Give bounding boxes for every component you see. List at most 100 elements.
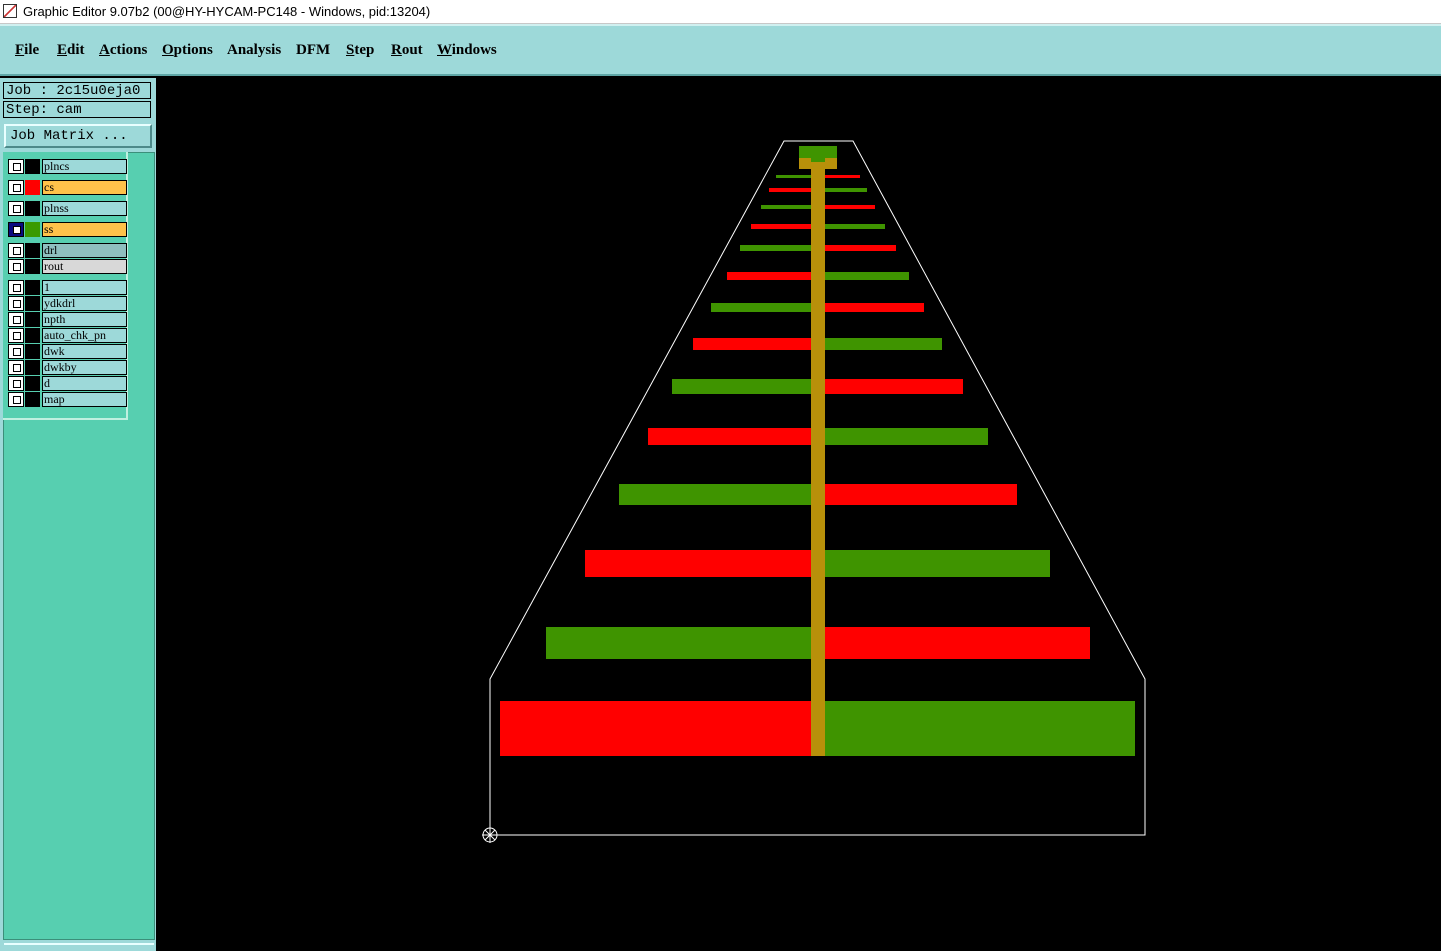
menu-mnemonic: F [15,42,25,58]
layer-checkbox[interactable] [8,360,24,375]
layer-name[interactable]: rout [42,259,127,274]
layer-row-rout[interactable]: rout [8,259,127,274]
layer-color-swatch[interactable] [25,180,40,195]
layer-name[interactable]: drl [42,243,127,258]
menu-analysis[interactable]: Analysis [227,42,281,59]
window-title: Graphic Editor 9.07b2 (00@HY-HYCAM-PC148… [23,4,431,19]
pad-bar-right-12 [825,550,1050,577]
layer-color-swatch[interactable] [25,159,40,174]
menu-mnemonic: O [162,42,174,58]
layer-color-swatch[interactable] [25,312,40,327]
app-icon [3,4,17,18]
pad-bar-left-5 [740,245,811,251]
layer-checkbox[interactable] [8,312,24,327]
layer-color-swatch[interactable] [25,280,40,295]
menu-options[interactable]: Options [162,42,213,59]
pad-bar-right-8 [825,338,942,350]
layer-color-swatch[interactable] [25,201,40,216]
title-bar: Graphic Editor 9.07b2 (00@HY-HYCAM-PC148… [0,0,1441,24]
pad-bar-right-6 [825,272,909,280]
pad-bar-right-14 [825,701,1135,756]
layer-color-swatch[interactable] [25,392,40,407]
layer-row-ss[interactable]: ss [8,222,127,237]
layer-name[interactable]: dwk [42,344,127,359]
menu-mnemonic: E [57,42,68,58]
pad-bar-left-12 [585,550,811,577]
status-strip [4,943,154,951]
pad-bar-left-10 [648,428,811,445]
menu-mnemonic: W [437,42,452,58]
layer-row-1[interactable]: 1 [8,280,127,295]
layer-row-dwkby[interactable]: dwkby [8,360,127,375]
layer-name[interactable]: d [42,376,127,391]
layer-checkbox[interactable] [8,180,24,195]
layer-name[interactable]: ss [42,222,127,237]
pad-bar-left-3 [761,205,811,209]
pad-bar-right-13 [825,627,1090,659]
graphic-canvas-area[interactable] [156,78,1441,951]
layer-name[interactable]: dwkby [42,360,127,375]
layer-checkbox[interactable] [8,259,24,274]
layer-row-d[interactable]: d [8,376,127,391]
layer-list: plncs cs plnss ss drl rout 1 ydkdrl npth auto_chk… [3,152,128,420]
pad-bar-right-7 [825,303,924,312]
graphic-canvas[interactable] [156,78,1441,951]
layer-color-swatch[interactable] [25,243,40,258]
menu-actions[interactable]: Actions [99,42,147,59]
layer-color-swatch[interactable] [25,360,40,375]
layer-checkbox[interactable] [8,296,24,311]
menu-label-rest: ptions [173,42,213,58]
layer-row-plnss[interactable]: plnss [8,201,127,216]
layer-color-swatch[interactable] [25,344,40,359]
layer-checkbox[interactable] [8,376,24,391]
menu-label-rest: tep [354,42,375,58]
layer-row-drl[interactable]: drl [8,243,127,258]
layer-checkbox[interactable] [8,344,24,359]
menu-step[interactable]: Step [346,42,374,59]
layer-checkbox[interactable] [8,328,24,343]
menu-rout[interactable]: Rout [391,42,423,59]
layer-color-swatch[interactable] [25,259,40,274]
layer-name[interactable]: ydkdrl [42,296,127,311]
layer-name[interactable]: map [42,392,127,407]
pad-bar-left-8 [693,338,811,350]
menu-mnemonic: A [99,42,110,58]
layer-checkbox[interactable] [8,243,24,258]
menu-label-rest: dit [67,42,85,58]
layer-checkbox[interactable] [8,280,24,295]
pad-bar-right-9 [825,379,963,394]
pad-bar-left-7 [711,303,811,312]
layer-row-plncs[interactable]: plncs [8,159,127,174]
pad-bar-right-2 [825,188,867,192]
layer-row-auto_chk_pn[interactable]: auto_chk_pn [8,328,127,343]
layer-color-swatch[interactable] [25,328,40,343]
menu-edit[interactable]: Edit [57,42,85,59]
layer-name[interactable]: cs [42,180,127,195]
menu-label-rest: ctions [109,42,148,58]
pad-bar-right-11 [825,484,1017,505]
layer-checkbox[interactable] [8,159,24,174]
layer-checkbox[interactable] [8,392,24,407]
layer-checkbox[interactable] [8,201,24,216]
pad-bar-left-9 [672,379,811,394]
job-matrix-button[interactable]: Job Matrix ... [4,124,152,148]
layer-color-swatch[interactable] [25,376,40,391]
layer-name[interactable]: 1 [42,280,127,295]
layer-name[interactable]: plnss [42,201,127,216]
menu-windows[interactable]: Windows [437,42,497,59]
crosshair-origin-icon[interactable] [482,827,498,843]
layer-row-dwk[interactable]: dwk [8,344,127,359]
layer-name[interactable]: auto_chk_pn [42,328,127,343]
layer-row-map[interactable]: map [8,392,127,407]
layer-name[interactable]: npth [42,312,127,327]
layer-row-cs[interactable]: cs [8,180,127,195]
layer-color-swatch[interactable] [25,296,40,311]
layer-color-swatch[interactable] [25,222,40,237]
layer-row-ydkdrl[interactable]: ydkdrl [8,296,127,311]
menu-file[interactable]: File [15,42,39,59]
pad-bar-right-1 [825,175,860,178]
layer-row-npth[interactable]: npth [8,312,127,327]
layer-name[interactable]: plncs [42,159,127,174]
layer-checkbox[interactable] [8,222,24,237]
menu-dfm[interactable]: DFM [296,42,330,59]
